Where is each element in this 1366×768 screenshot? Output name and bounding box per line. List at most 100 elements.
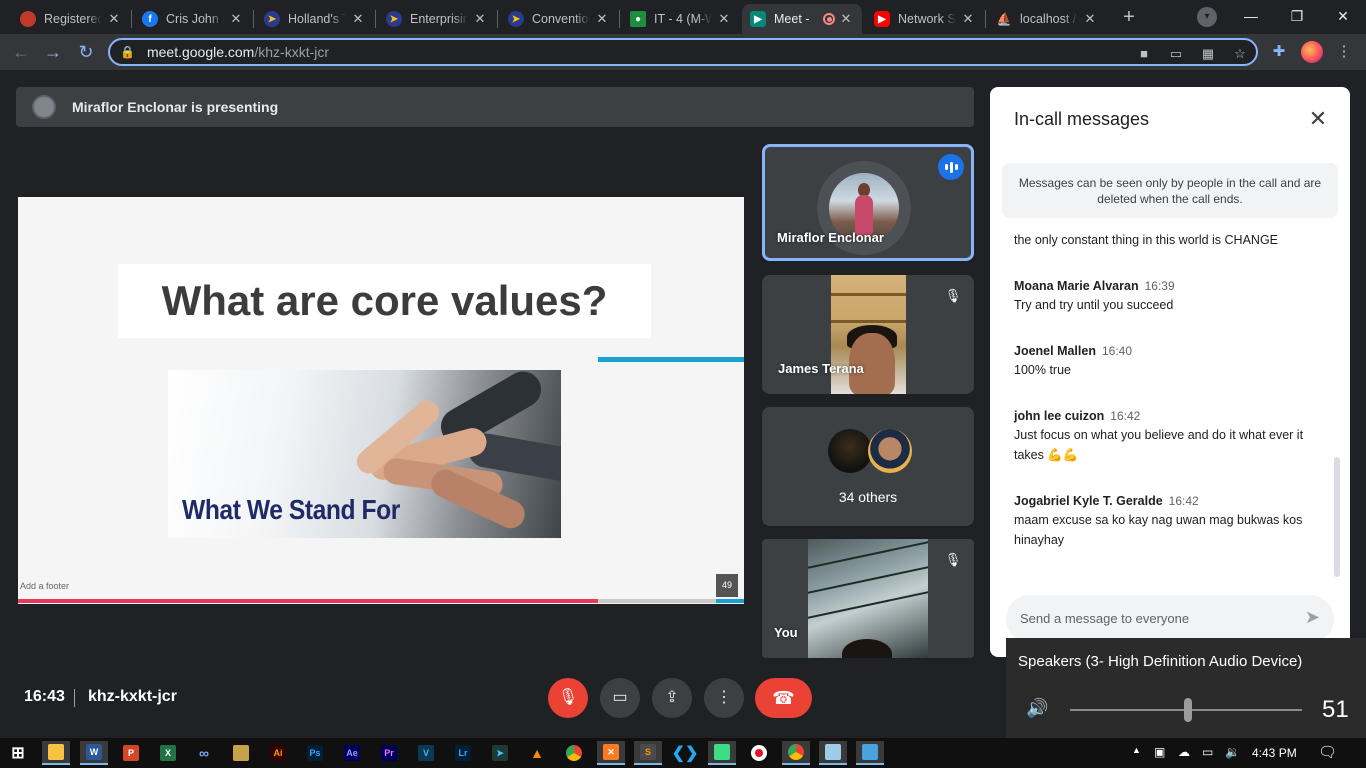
mic-toggle-button[interactable]: 🎙 [548,678,588,718]
message-time: 16:42 [1168,494,1199,508]
notepad-icon[interactable] [819,741,847,765]
close-tab-icon[interactable]: ✕ [472,11,488,27]
minimize-button[interactable]: — [1228,0,1274,32]
photos-icon[interactable] [856,741,884,765]
participant-tile-james[interactable]: 🎙 James Terana [762,275,974,394]
chat-message: Joenel Mallen 16:40 100% true [1014,342,1334,380]
participant-tile-miraflor[interactable]: Miraflor Enclonar [762,144,974,261]
volume-slider-thumb[interactable] [1184,698,1193,722]
back-icon[interactable]: ← [10,41,32,63]
vscode-icon[interactable]: ❮❯ [671,741,699,765]
browser-tab-active[interactable]: ▶ Meet - ✕ [742,4,862,34]
browser-tab[interactable]: ➤ Enterprisin ✕ [378,4,496,34]
restore-button[interactable]: ❐ [1274,0,1320,32]
close-tab-icon[interactable]: ✕ [716,11,732,27]
browser-tab-bar: Registered ✕ f Cris John n ✕ ➤ Holland's… [0,0,1366,34]
apps-icon[interactable]: ▦ [1199,45,1217,63]
camera-toggle-button[interactable]: ▭ [600,678,640,718]
reload-icon[interactable]: ↻ [75,41,97,63]
app-icon[interactable] [227,741,255,765]
participant-tile-others[interactable]: 34 others [762,407,974,526]
android-studio-icon[interactable] [708,741,736,765]
browser-tab[interactable]: ▶ Network S ✕ [866,4,984,34]
excel-icon[interactable]: X [154,741,182,765]
windows-start-icon[interactable]: ⊞ [4,741,32,765]
chat-scrollbar[interactable] [1334,457,1340,577]
browser-tab[interactable]: ● IT - 4 (M-W ✕ [622,4,740,34]
meet-main: Miraflor Enclonar is presenting What are… [0,70,1366,738]
browser-tab[interactable]: ⛵ localhost / ✕ [988,4,1106,34]
menu-icon[interactable]: ⋮ [1333,41,1355,63]
word-icon[interactable]: W [80,741,108,765]
image-caption: What We Stand For [182,494,400,525]
mic-off-icon: 🎙 [944,552,962,567]
tab-search-icon[interactable]: ▾ [1197,7,1217,27]
send-icon[interactable]: ➤ [1305,607,1320,628]
participant-tile-you[interactable]: 🎙 You [762,539,974,658]
browser-toolbar: ← → ↻ 🔒 meet.google.com/khz-kxkt-jcr ■ ▭… [0,34,1366,70]
infinity-app-icon[interactable]: ∞ [190,741,218,765]
network-icon[interactable]: ▭ [1202,745,1213,759]
extensions-icon[interactable]: ✚ [1268,41,1290,63]
more-options-button[interactable]: ⋮ [704,678,744,718]
lightroom-icon[interactable]: Lr [449,741,477,765]
present-screen-button[interactable]: ⇪ [652,678,692,718]
slide-page-number: 49 [716,574,738,597]
file-explorer-icon[interactable] [42,741,70,765]
speaker-icon[interactable]: 🔊 [1026,698,1048,719]
premiere-icon[interactable]: Pr [375,741,403,765]
app-icon[interactable]: ➤ [486,741,514,765]
forward-icon[interactable]: → [42,41,64,63]
bookmark-star-icon[interactable]: ☆ [1231,45,1249,63]
close-tab-icon[interactable]: ✕ [1082,11,1098,27]
photoshop-icon[interactable]: Ps [301,741,329,765]
powerpoint-icon[interactable]: P [117,741,145,765]
close-window-button[interactable]: ✕ [1320,0,1366,32]
close-icon[interactable]: ✕ [1304,105,1332,133]
close-tab-icon[interactable]: ✕ [350,11,366,27]
meeting-clock: 16:43 [24,688,65,705]
address-bar[interactable]: 🔒 meet.google.com/khz-kxkt-jcr ■ ▭ ▦ ☆ [108,38,1258,66]
system-clock[interactable]: 4:43 PM [1252,746,1297,760]
recording-icon [823,13,836,25]
profile-avatar[interactable] [1301,41,1323,63]
chrome-icon[interactable] [782,741,810,765]
vectr-icon[interactable]: V [412,741,440,765]
chrome-icon[interactable] [560,741,588,765]
browser-tab[interactable]: ➤ Convention ✕ [500,4,618,34]
camera-indicator-icon[interactable]: ■ [1135,45,1153,63]
chat-notice: Messages can be seen only by people in t… [1002,163,1338,218]
message-sender: john lee cuizon [1014,409,1105,423]
browser-tab[interactable]: f Cris John n ✕ [134,4,252,34]
browser-tab[interactable]: Registered ✕ [12,4,130,34]
volume-value: 51 [1322,696,1349,723]
vlc-icon[interactable]: ▲ [523,741,551,765]
close-tab-icon[interactable]: ✕ [960,11,976,27]
cast-icon[interactable]: ▭ [1167,45,1185,63]
close-tab-icon[interactable]: ✕ [106,11,122,27]
show-hidden-icons[interactable]: ▲ [1132,745,1141,755]
tray-app-icon[interactable]: ▣ [1154,745,1165,759]
close-tab-icon[interactable]: ✕ [594,11,610,27]
notifications-icon[interactable]: 🗨 [1318,743,1337,761]
slide-title: What are core values? [161,277,608,324]
ateneo-icon: ➤ [508,11,524,27]
tray-wifi-icon[interactable]: ☁ [1178,745,1190,759]
ateneo-icon: ➤ [386,11,402,27]
after-effects-icon[interactable]: Ae [338,741,366,765]
volume-tray-icon[interactable]: 🔉 [1225,745,1240,759]
illustrator-icon[interactable]: Ai [264,741,292,765]
new-tab-button[interactable]: + [1117,6,1141,30]
xampp-icon[interactable]: ✕ [597,741,625,765]
browser-tab[interactable]: ➤ Holland's T ✕ [256,4,374,34]
participant-video [831,275,906,394]
message-text: 100% true [1014,363,1071,377]
leave-call-button[interactable]: ☎ [755,678,812,718]
chat-input[interactable]: Send a message to everyone ➤ [1006,595,1334,643]
close-tab-icon[interactable]: ✕ [838,11,854,27]
close-tab-icon[interactable]: ✕ [228,11,244,27]
sublime-icon[interactable]: S [634,741,662,765]
audio-device-name[interactable]: Speakers (3- High Definition Audio Devic… [1018,653,1302,670]
avatar [868,429,912,473]
recorder-icon[interactable] [745,741,773,765]
